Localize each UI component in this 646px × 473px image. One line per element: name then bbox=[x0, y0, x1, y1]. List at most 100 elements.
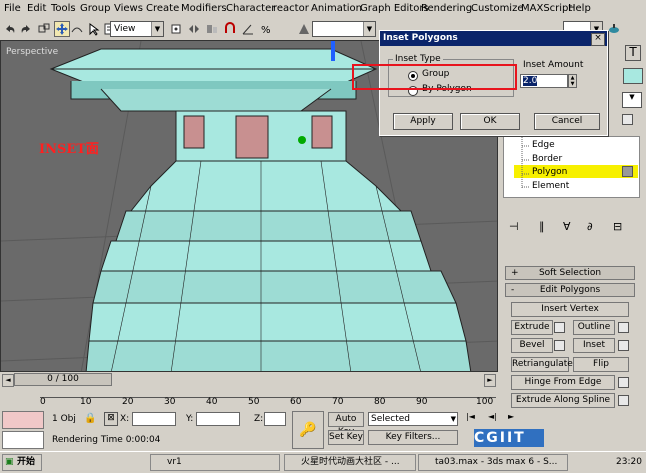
snap-icon[interactable] bbox=[222, 21, 238, 37]
menu-tools[interactable]: Tools bbox=[51, 3, 76, 14]
viewport-label[interactable]: Perspective bbox=[6, 47, 58, 57]
go-to-start-icon[interactable]: |◄ bbox=[466, 412, 478, 424]
prev-frame-icon[interactable]: ◄| bbox=[488, 412, 500, 424]
retriangulate-button[interactable]: Retriangulate bbox=[511, 357, 573, 372]
menu-animation[interactable]: Animation bbox=[311, 3, 362, 14]
pivot-center-icon[interactable] bbox=[168, 21, 184, 37]
stack-item-element[interactable]: Element bbox=[532, 181, 569, 191]
taskbar-item-vr1[interactable]: vr1 bbox=[150, 454, 280, 471]
cancel-button[interactable]: Cancel bbox=[534, 113, 600, 130]
tick-80: 80 bbox=[374, 397, 386, 407]
absolute-mode-icon[interactable]: ⊠ bbox=[104, 412, 118, 426]
extrude-spline-settings-icon[interactable] bbox=[618, 395, 629, 406]
menu-create[interactable]: Create bbox=[146, 3, 179, 14]
watermark-logo: CGIIT bbox=[474, 429, 544, 447]
key-filters-button[interactable]: Key Filters... bbox=[368, 430, 458, 445]
make-unique-icon[interactable]: ∀ bbox=[563, 220, 571, 233]
select-object-icon[interactable] bbox=[86, 21, 102, 37]
time-slider-thumb[interactable]: 0 / 100 bbox=[14, 373, 112, 386]
maxscript-listener-white[interactable] bbox=[2, 431, 44, 449]
object-color-swatch[interactable] bbox=[623, 68, 643, 84]
set-key-button[interactable]: Set Key bbox=[328, 430, 364, 445]
vertex-level-swatch bbox=[622, 114, 633, 125]
inset-amount-label: Inset Amount bbox=[523, 60, 584, 70]
tick-30: 30 bbox=[164, 397, 176, 407]
named-selection-sets-select[interactable]: ▼ bbox=[312, 21, 376, 37]
soft-selection-rollout[interactable]: + Soft Selection bbox=[505, 266, 635, 280]
outline-button[interactable]: Outline bbox=[573, 320, 615, 335]
maxscript-listener-pink[interactable] bbox=[2, 411, 44, 429]
menu-views[interactable]: Views bbox=[114, 3, 143, 14]
inset-amount-field[interactable]: 2.0 bbox=[520, 74, 568, 88]
soft-selection-label: Soft Selection bbox=[538, 268, 602, 278]
taskbar-item-forum[interactable]: 火星时代动画大社区 - ... bbox=[284, 454, 416, 471]
next-frame-arrow[interactable]: ► bbox=[484, 374, 496, 387]
inset-button[interactable]: Inset bbox=[573, 338, 615, 353]
inset-settings-icon[interactable] bbox=[618, 340, 629, 351]
edit-polygons-rollout[interactable]: - Edit Polygons bbox=[505, 283, 635, 297]
y-coordinate-field[interactable] bbox=[196, 412, 240, 426]
bevel-settings-icon[interactable] bbox=[554, 340, 565, 351]
z-coordinate-field[interactable] bbox=[264, 412, 286, 426]
insert-vertex-button[interactable]: Insert Vertex bbox=[511, 302, 629, 317]
named-selection-icon[interactable] bbox=[296, 21, 312, 37]
modifier-stack[interactable]: Edge Border Polygon Element bbox=[503, 136, 640, 198]
menu-group[interactable]: Group bbox=[80, 3, 110, 14]
modifier-list-dropdown[interactable]: ▼ bbox=[622, 92, 642, 108]
menu-graph-editors[interactable]: Graph Editors bbox=[360, 3, 429, 14]
hammer-icon[interactable]: T bbox=[625, 45, 641, 61]
set-key-icon[interactable]: 🔑 bbox=[292, 411, 324, 449]
play-icon[interactable]: ► bbox=[508, 412, 520, 424]
track-bar[interactable]: 0 10 20 30 40 50 60 70 80 90 100 bbox=[0, 387, 498, 409]
auto-key-button[interactable]: Auto Key bbox=[328, 412, 364, 437]
quick-render-icon[interactable] bbox=[606, 21, 622, 37]
menu-edit[interactable]: Edit bbox=[27, 3, 46, 14]
time-slider[interactable]: ◄ 0 / 100 ► bbox=[0, 372, 498, 387]
percent-snap-icon[interactable]: % bbox=[258, 21, 274, 37]
extrude-along-spline-button[interactable]: Extrude Along Spline bbox=[511, 393, 615, 408]
bind-space-warp-icon[interactable] bbox=[69, 21, 85, 37]
taskbar-item-3dsmax[interactable]: ta03.max - 3ds max 6 - S... bbox=[418, 454, 568, 471]
inset-amount-spinner[interactable]: ▲ ▼ bbox=[568, 74, 577, 88]
select-link-icon[interactable] bbox=[36, 21, 52, 37]
mirror-icon[interactable] bbox=[186, 21, 202, 37]
extrude-settings-icon[interactable] bbox=[554, 322, 565, 333]
stack-item-polygon[interactable]: Polygon bbox=[532, 167, 567, 177]
pin-stack-icon[interactable]: ⊣ bbox=[509, 220, 519, 233]
close-icon[interactable]: × bbox=[591, 33, 605, 46]
hinge-settings-icon[interactable] bbox=[618, 377, 629, 388]
ok-button[interactable]: OK bbox=[460, 113, 520, 130]
select-and-move-icon[interactable] bbox=[54, 21, 70, 37]
hinge-from-edge-button[interactable]: Hinge From Edge bbox=[511, 375, 615, 390]
undo-icon[interactable] bbox=[2, 21, 18, 37]
menu-reactor[interactable]: reactor bbox=[273, 3, 309, 14]
flip-button[interactable]: Flip bbox=[573, 357, 629, 372]
show-end-result-icon[interactable]: ∥ bbox=[539, 220, 545, 233]
configure-sets-icon[interactable]: ⊟ bbox=[613, 220, 622, 233]
redo-icon[interactable] bbox=[18, 21, 34, 37]
extrude-button[interactable]: Extrude bbox=[511, 320, 553, 335]
outline-settings-icon[interactable] bbox=[618, 322, 629, 333]
stack-item-edge[interactable]: Edge bbox=[532, 140, 555, 150]
menu-rendering[interactable]: Rendering bbox=[421, 3, 472, 14]
menu-maxscript[interactable]: MAXScript bbox=[521, 3, 572, 14]
menu-help[interactable]: Help bbox=[568, 3, 591, 14]
bevel-button[interactable]: Bevel bbox=[511, 338, 553, 353]
inset-type-label: Inset Type bbox=[393, 54, 443, 64]
remove-modifier-icon[interactable]: ∂ bbox=[587, 220, 593, 233]
lock-icon[interactable]: 🔒 bbox=[84, 413, 96, 424]
prev-frame-arrow[interactable]: ◄ bbox=[2, 374, 14, 387]
menu-customize[interactable]: Customize bbox=[471, 3, 524, 14]
align-icon[interactable] bbox=[204, 21, 220, 37]
reference-coordinate-select[interactable]: View ▼ bbox=[110, 21, 164, 37]
apply-button[interactable]: Apply bbox=[393, 113, 453, 130]
stack-item-border[interactable]: Border bbox=[532, 154, 562, 164]
menu-modifiers[interactable]: Modifiers bbox=[181, 3, 227, 14]
menu-file[interactable]: File bbox=[4, 3, 21, 14]
angle-snap-icon[interactable] bbox=[240, 21, 256, 37]
start-button[interactable]: ▣ 开始 bbox=[2, 454, 42, 471]
x-coordinate-field[interactable] bbox=[132, 412, 176, 426]
key-mode-select[interactable]: Selected ▼ bbox=[368, 412, 458, 426]
menu-character[interactable]: Character bbox=[226, 3, 275, 14]
dialog-title-bar[interactable]: Inset Polygons bbox=[380, 31, 607, 46]
